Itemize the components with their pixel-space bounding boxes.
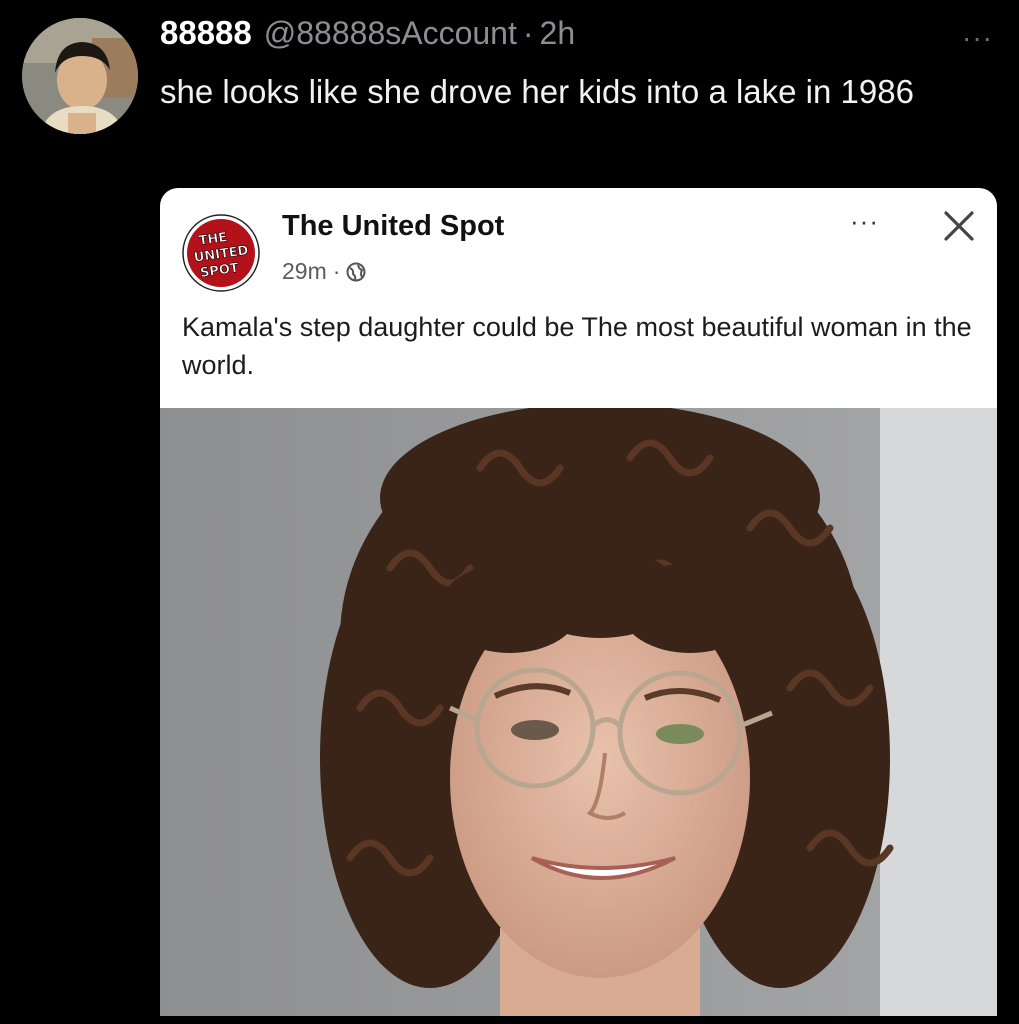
page-logo[interactable]: THE UNITED SPOT — [182, 214, 260, 292]
tweet-header: 88888 @88888sAccount · 2h — [160, 14, 575, 52]
portrait-photo-icon[interactable] — [160, 408, 997, 1016]
avatar[interactable] — [22, 18, 138, 134]
card-more-button[interactable]: ··· — [850, 206, 879, 237]
timestamp[interactable]: 2h — [540, 15, 576, 52]
close-icon[interactable] — [941, 208, 977, 244]
united-spot-logo-icon: THE UNITED SPOT — [182, 214, 260, 292]
page-name[interactable]: The United Spot — [282, 210, 504, 243]
tweet-text: she looks like she drove her kids into a… — [160, 73, 914, 110]
post-text: Kamala's step daughter could be The most… — [182, 312, 972, 380]
avatar-photo-icon — [22, 18, 138, 134]
post-meta: 29m · — [282, 258, 366, 285]
more-options-button[interactable]: ··· — [962, 22, 993, 54]
embedded-post-card[interactable]: THE UNITED SPOT The United Spot 29m · ··… — [160, 188, 997, 1016]
globe-icon — [346, 262, 366, 281]
display-name[interactable]: 88888 — [160, 14, 252, 52]
user-handle[interactable]: @88888sAccount — [264, 15, 517, 52]
meta-separator: · — [332, 258, 341, 284]
post-time[interactable]: 29m — [282, 258, 327, 285]
separator: · — [522, 15, 534, 51]
